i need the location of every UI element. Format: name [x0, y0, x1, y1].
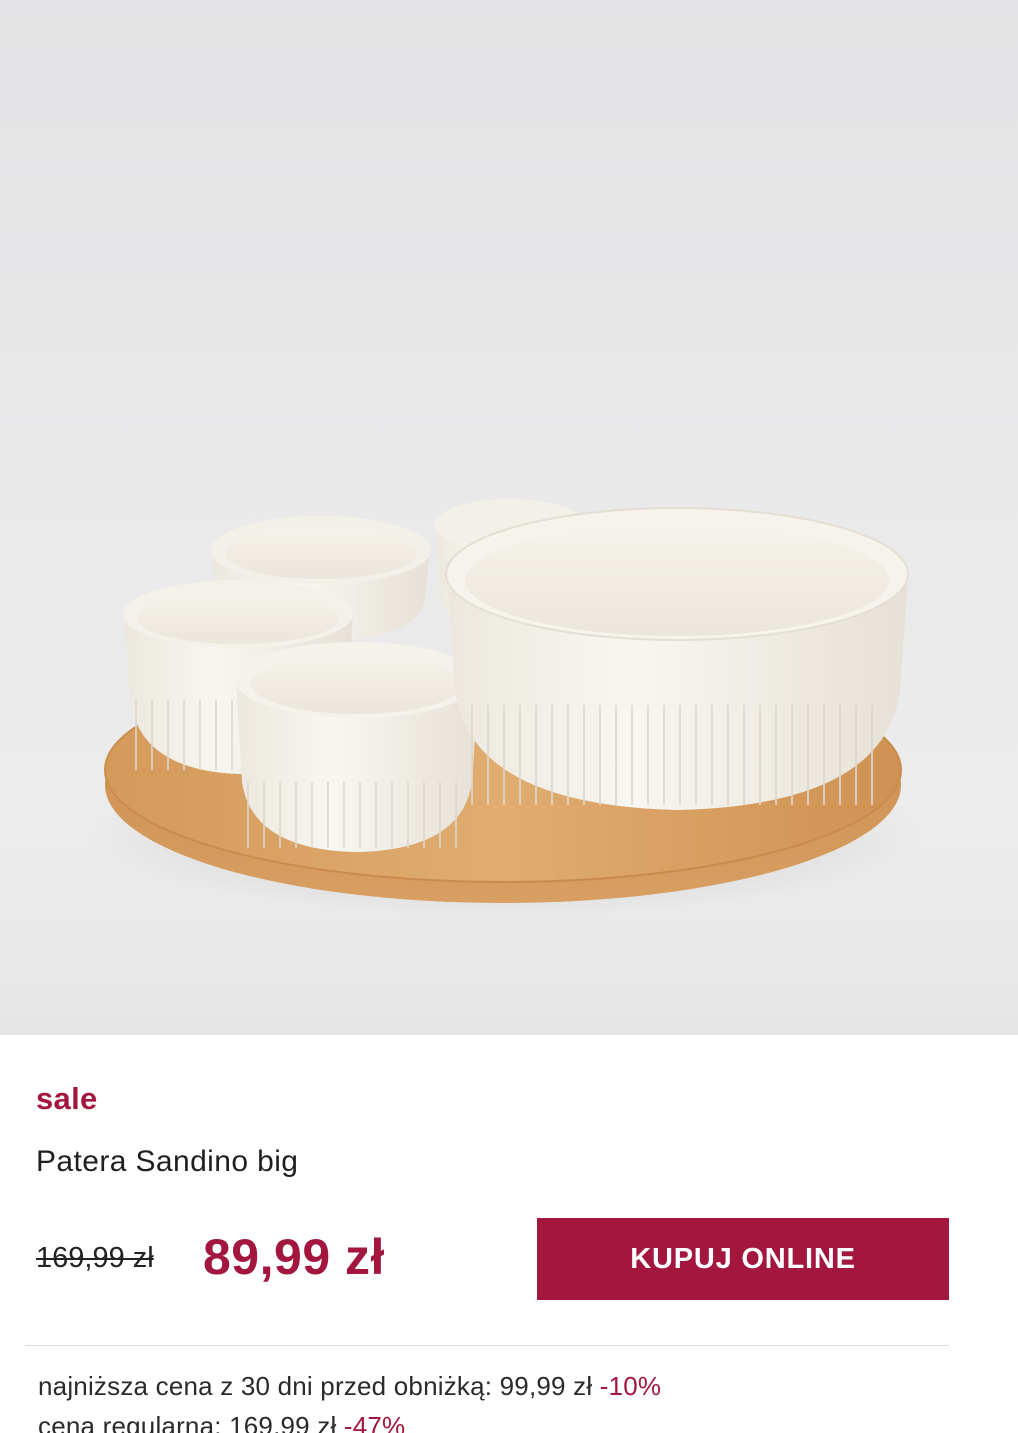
product-title[interactable]: Patera Sandino big: [36, 1145, 298, 1179]
product-photo-illustration: [85, 499, 925, 915]
old-price: 169,99 zł: [36, 1242, 154, 1274]
lowest-price-discount: -10%: [599, 1371, 662, 1401]
lowest-price-label: najniższa cena z 30 dni przed obniżką: 9…: [38, 1371, 593, 1401]
current-price: 89,99 zł: [203, 1229, 385, 1285]
product-info: sale Patera Sandino big 169,99 zł 89,99 …: [0, 1035, 1018, 1433]
regular-price-discount: -47%: [343, 1411, 406, 1433]
product-page: sale Patera Sandino big 169,99 zł 89,99 …: [0, 0, 1018, 1433]
regular-price-note: cena regularna: 169,99 zł -47%: [38, 1411, 405, 1433]
product-image[interactable]: [0, 0, 1018, 1035]
lowest-price-note: najniższa cena z 30 dni przed obniżką: 9…: [38, 1371, 661, 1402]
regular-price-label: cena regularna: 169,99 zł: [38, 1411, 337, 1433]
buy-online-button[interactable]: KUPUJ ONLINE: [537, 1218, 949, 1300]
divider: [25, 1345, 949, 1346]
sale-badge: sale: [36, 1081, 98, 1116]
